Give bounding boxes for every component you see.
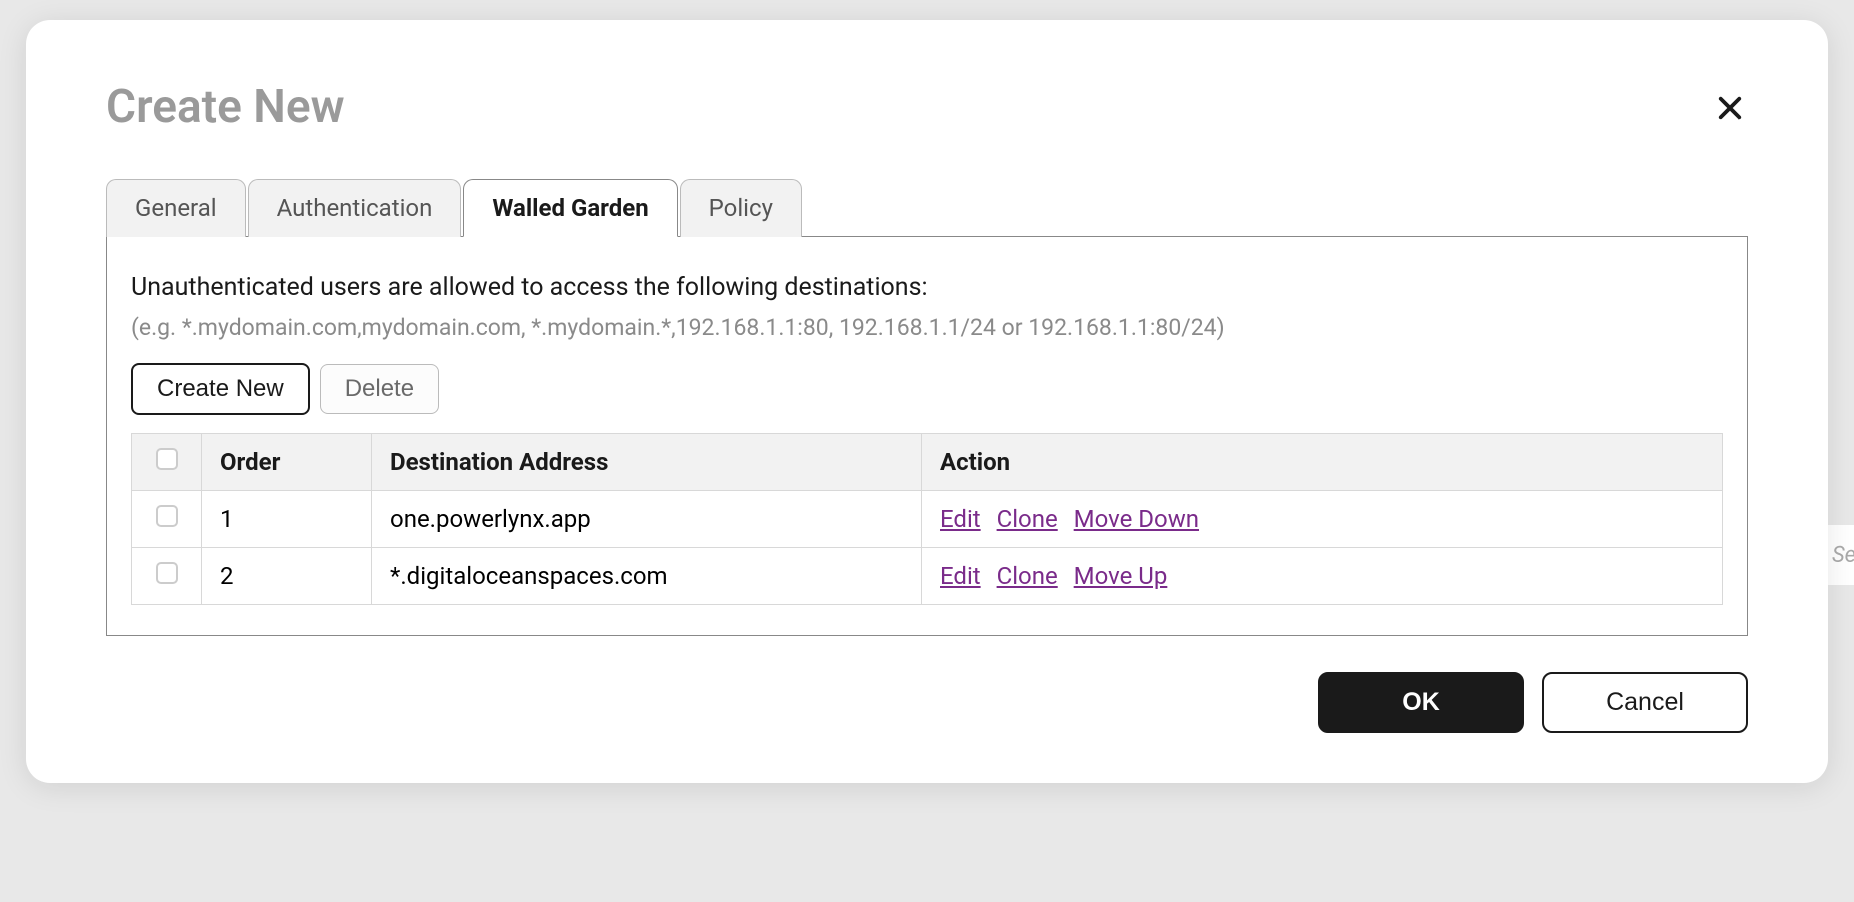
header-order: Order <box>202 434 372 491</box>
move-down-link[interactable]: Move Down <box>1074 505 1199 533</box>
row-checkbox-cell <box>132 548 202 605</box>
modal-footer: OK Cancel <box>106 672 1748 733</box>
row-order: 2 <box>202 548 372 605</box>
create-new-button[interactable]: Create New <box>131 363 310 415</box>
header-action: Action <box>922 434 1723 491</box>
header-checkbox-cell <box>132 434 202 491</box>
select-all-checkbox[interactable] <box>156 448 178 470</box>
row-checkbox[interactable] <box>156 505 178 527</box>
tab-general[interactable]: General <box>106 179 246 237</box>
tab-content: Unauthenticated users are allowed to acc… <box>106 237 1748 636</box>
ok-button[interactable]: OK <box>1318 672 1524 733</box>
row-order: 1 <box>202 491 372 548</box>
edit-link[interactable]: Edit <box>940 505 981 533</box>
row-actions: Edit Clone Move Down <box>922 491 1723 548</box>
close-icon[interactable] <box>1712 90 1748 126</box>
tab-authentication[interactable]: Authentication <box>248 179 462 237</box>
tabs: General Authentication Walled Garden Pol… <box>106 178 1748 237</box>
clone-link[interactable]: Clone <box>997 562 1058 590</box>
search-placeholder-fragment: Se <box>1832 543 1854 568</box>
table-row: 2 *.digitaloceanspaces.com Edit Clone Mo… <box>132 548 1723 605</box>
delete-button[interactable]: Delete <box>320 364 439 414</box>
walled-garden-table: Order Destination Address Action 1 one.p… <box>131 433 1723 605</box>
edit-link[interactable]: Edit <box>940 562 981 590</box>
backdrop-search-fragment: Se <box>1824 525 1854 585</box>
action-bar: Create New Delete <box>131 363 1723 415</box>
description-text: Unauthenticated users are allowed to acc… <box>131 273 1723 302</box>
row-checkbox[interactable] <box>156 562 178 584</box>
tab-walled-garden[interactable]: Walled Garden <box>463 179 677 237</box>
move-up-link[interactable]: Move Up <box>1074 562 1168 590</box>
row-checkbox-cell <box>132 491 202 548</box>
modal-title: Create New <box>106 80 345 134</box>
modal-header: Create New <box>106 80 1748 134</box>
clone-link[interactable]: Clone <box>997 505 1058 533</box>
row-destination: one.powerlynx.app <box>372 491 922 548</box>
cancel-button[interactable]: Cancel <box>1542 672 1748 733</box>
table-row: 1 one.powerlynx.app Edit Clone Move Down <box>132 491 1723 548</box>
create-new-modal: Create New General Authentication Walled… <box>26 20 1828 783</box>
hint-text: (e.g. *.mydomain.com,mydomain.com, *.myd… <box>131 314 1723 341</box>
row-destination: *.digitaloceanspaces.com <box>372 548 922 605</box>
header-destination: Destination Address <box>372 434 922 491</box>
tab-policy[interactable]: Policy <box>680 179 802 237</box>
table-header-row: Order Destination Address Action <box>132 434 1723 491</box>
row-actions: Edit Clone Move Up <box>922 548 1723 605</box>
